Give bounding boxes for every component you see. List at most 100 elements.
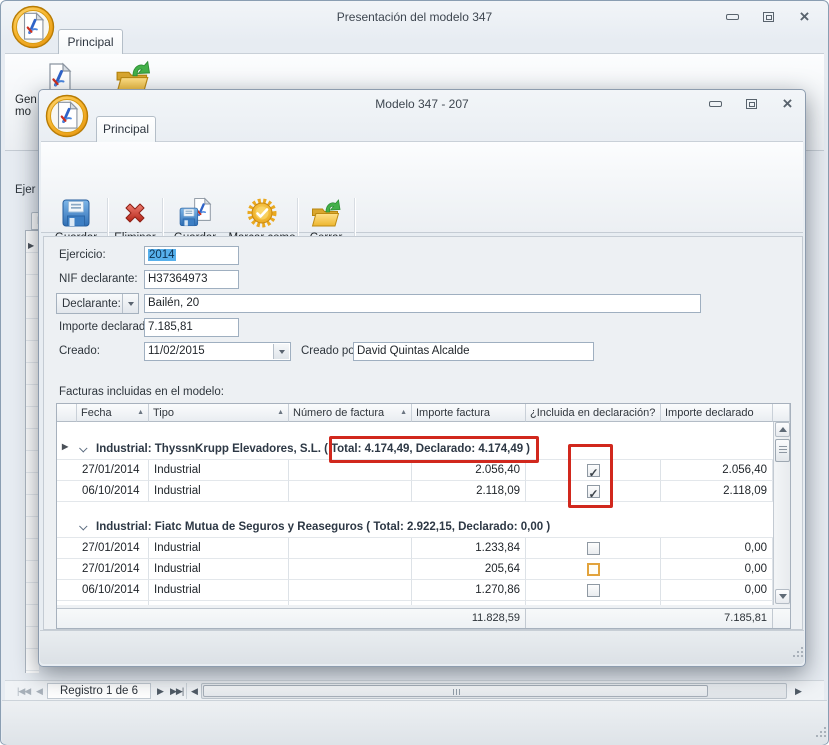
summary-importe-factura: 11.828,59 bbox=[412, 609, 526, 628]
table-row[interactable]: 27/01/2014 Industrial 1.233,84 0,00 bbox=[57, 538, 773, 559]
next-record-icon[interactable]: ▶ bbox=[157, 684, 163, 698]
chevron-down-icon[interactable] bbox=[273, 344, 289, 359]
cell-importe-factura[interactable]: 1.270,86 bbox=[412, 580, 526, 601]
cell-tipo[interactable]: Industrial bbox=[149, 559, 289, 580]
close-icon[interactable] bbox=[797, 10, 812, 23]
vertical-scrollbar[interactable] bbox=[773, 422, 790, 605]
checkbox-incluida[interactable] bbox=[587, 605, 600, 606]
cell-importe-declarado[interactable]: 0,00 bbox=[661, 559, 773, 580]
chevron-down-icon[interactable] bbox=[122, 294, 138, 313]
cell-tipo[interactable]: Industrial bbox=[149, 580, 289, 601]
table-row[interactable]: 27/01/2014 Industrial 205,64 0,00 bbox=[57, 559, 773, 580]
column-header-fecha[interactable]: Fecha ▲ bbox=[77, 404, 149, 422]
collapse-chevron-icon[interactable] bbox=[79, 444, 87, 452]
scroll-down-icon[interactable] bbox=[775, 589, 790, 604]
resize-grip[interactable] bbox=[793, 655, 795, 657]
cell-fecha[interactable]: 06/10/2014 bbox=[77, 481, 149, 502]
scroll-right-icon[interactable]: ▶ bbox=[795, 684, 801, 698]
importe-declarado-field[interactable]: 7.185,81 bbox=[144, 318, 239, 337]
declarante-field[interactable]: Bailén, 20 bbox=[144, 294, 701, 313]
cell-tipo[interactable]: Industrial bbox=[149, 460, 289, 481]
grid-header-row: Fecha ▲ Tipo ▲ Número de factura ▲ Impor… bbox=[57, 404, 790, 422]
vertical-scrollbar-thumb[interactable] bbox=[775, 439, 790, 462]
nif-declarante-field[interactable]: H37364973 bbox=[144, 270, 239, 289]
importe-declarado-label: Importe declarado: bbox=[59, 318, 155, 337]
column-header-filler bbox=[773, 404, 790, 422]
column-header-importe-factura[interactable]: Importe factura bbox=[412, 404, 526, 422]
column-header-importe-declarado[interactable]: Importe declarado bbox=[661, 404, 773, 422]
cell-importe-factura[interactable]: 2.056,40 bbox=[412, 460, 526, 481]
last-record-icon[interactable]: ▶▶| bbox=[170, 684, 183, 698]
dialog-ribbon: Guardar y cerrar Eliminar Guardar como .… bbox=[41, 141, 803, 233]
cell-numero[interactable] bbox=[289, 580, 412, 601]
table-row[interactable]: 06/10/2014 Industrial 1.270,86 0,00 bbox=[57, 580, 773, 601]
cell-fecha[interactable]: 27/01/2014 bbox=[77, 460, 149, 481]
ejercicio-field[interactable]: 2014 bbox=[144, 246, 239, 265]
minimize-icon[interactable] bbox=[708, 97, 723, 110]
grid-summary-row: 11.828,59 7.185,81 bbox=[57, 608, 790, 628]
dialog-titlebar[interactable]: Modelo 347 - 207 bbox=[39, 97, 805, 111]
invoices-grid: Fecha ▲ Tipo ▲ Número de factura ▲ Impor… bbox=[56, 403, 791, 629]
declarante-selector-label: Declarante: bbox=[57, 298, 122, 310]
cell-numero[interactable] bbox=[289, 559, 412, 580]
checkbox-incluida[interactable] bbox=[587, 542, 600, 555]
column-header-incluida[interactable]: ¿Incluida en declaración? bbox=[526, 404, 661, 422]
scroll-up-icon[interactable] bbox=[775, 422, 790, 437]
column-header-indicator bbox=[57, 404, 77, 422]
table-row-partial[interactable] bbox=[57, 601, 773, 605]
checkbox-incluida-focused[interactable] bbox=[587, 563, 600, 576]
group1-suffix: ) bbox=[526, 443, 530, 455]
cell-importe-declarado[interactable]: 2.118,09 bbox=[661, 481, 773, 502]
generate-model-button-label-truncated[interactable]: Gen mo bbox=[15, 94, 37, 118]
cell-tipo[interactable]: Industrial bbox=[149, 538, 289, 559]
scroll-left-icon[interactable]: ◀ bbox=[191, 684, 197, 698]
checkbox-incluida[interactable] bbox=[587, 485, 600, 498]
group-row-thyssenkrupp[interactable]: ▶ Industrial: ThyssnKrupp Elevadores, S.… bbox=[57, 439, 773, 460]
horizontal-scrollbar-thumb[interactable] bbox=[203, 685, 708, 697]
cell-importe-declarado[interactable]: 0,00 bbox=[661, 580, 773, 601]
cell-tipo[interactable]: Industrial bbox=[149, 481, 289, 502]
sort-ascending-icon: ▲ bbox=[274, 409, 284, 416]
cell-importe-declarado[interactable]: 0,00 bbox=[661, 538, 773, 559]
table-row[interactable]: 06/10/2014 Industrial 2.118,09 2.118,09 bbox=[57, 481, 773, 502]
creado-por-field[interactable]: David Quintas Alcalde bbox=[353, 342, 594, 361]
background-row-indicator-icon: ▶ bbox=[28, 241, 34, 250]
app-icon[interactable] bbox=[45, 94, 89, 138]
cell-numero[interactable] bbox=[289, 538, 412, 559]
background-window-titlebar[interactable]: Presentación del modelo 347 bbox=[1, 10, 828, 24]
horizontal-scrollbar[interactable] bbox=[201, 683, 787, 699]
cell-fecha[interactable]: 06/10/2014 bbox=[77, 580, 149, 601]
maximize-icon[interactable] bbox=[744, 97, 759, 110]
checkbox-incluida[interactable] bbox=[587, 584, 600, 597]
checkbox-incluida[interactable] bbox=[587, 464, 600, 477]
cell-numero[interactable] bbox=[289, 481, 412, 502]
app-icon[interactable] bbox=[11, 5, 55, 49]
cell-fecha[interactable]: 27/01/2014 bbox=[77, 559, 149, 580]
table-row[interactable]: 27/01/2014 Industrial 2.056,40 2.056,40 bbox=[57, 460, 773, 481]
tab-principal-background[interactable]: Principal bbox=[58, 29, 123, 54]
first-record-icon[interactable]: |◀◀ bbox=[17, 684, 30, 698]
ejercicio-label: Ejercicio: bbox=[59, 246, 106, 265]
cell-importe-declarado[interactable]: 2.056,40 bbox=[661, 460, 773, 481]
previous-record-icon[interactable]: ◀ bbox=[36, 684, 42, 698]
cell-fecha[interactable]: 27/01/2014 bbox=[77, 538, 149, 559]
resize-grip[interactable] bbox=[816, 735, 818, 737]
creado-date-field[interactable]: 11/02/2015 bbox=[144, 342, 291, 361]
column-header-numero-factura[interactable]: Número de factura ▲ bbox=[289, 404, 412, 422]
minimize-icon[interactable] bbox=[725, 10, 740, 23]
cell-importe-factura[interactable]: 205,64 bbox=[412, 559, 526, 580]
cell-numero[interactable] bbox=[289, 460, 412, 481]
maximize-icon[interactable] bbox=[761, 10, 776, 23]
row-indicator-icon: ▶ bbox=[62, 442, 68, 451]
sort-ascending-icon: ▲ bbox=[134, 409, 144, 416]
declarante-selector[interactable]: Declarante: bbox=[56, 293, 139, 314]
cell-importe-factura[interactable]: 2.118,09 bbox=[412, 481, 526, 502]
column-header-tipo[interactable]: Tipo ▲ bbox=[149, 404, 289, 422]
group-row-fiatc[interactable]: Industrial: Fiatc Mutua de Seguros y Rea… bbox=[57, 517, 773, 538]
cell-importe-factura[interactable]: 1.233,84 bbox=[412, 538, 526, 559]
close-icon[interactable] bbox=[780, 97, 795, 110]
tab-principal[interactable]: Principal bbox=[96, 116, 156, 142]
collapse-chevron-icon[interactable] bbox=[79, 522, 87, 530]
record-counter: Registro 1 de 6 bbox=[47, 683, 151, 699]
dialog-status-bar bbox=[40, 630, 804, 664]
